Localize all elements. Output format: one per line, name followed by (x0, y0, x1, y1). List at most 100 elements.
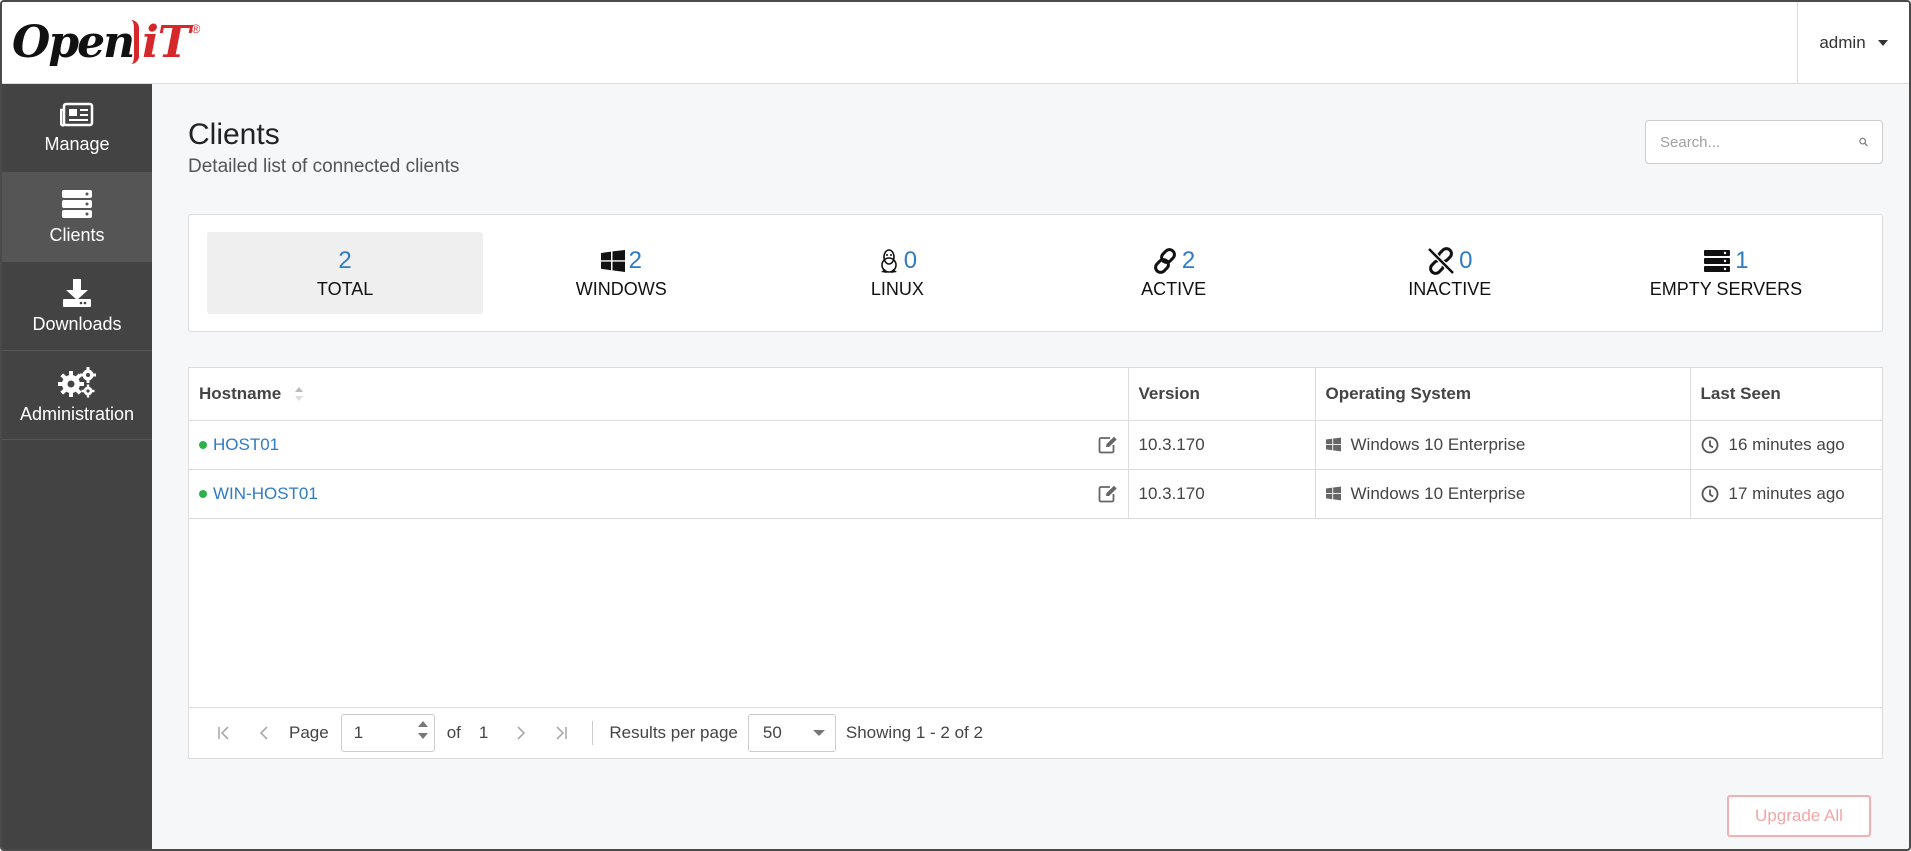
caret-down-icon (812, 730, 825, 736)
windows-icon (600, 249, 625, 272)
spin-up-icon[interactable] (417, 721, 428, 727)
results-per-page-value: 50 (762, 723, 782, 742)
sidebar-item-label: Downloads (32, 313, 122, 334)
user-menu[interactable]: admin (1797, 2, 1909, 84)
hostname-link[interactable]: WIN-HOST01 (199, 484, 318, 504)
column-label: Hostname (199, 383, 282, 403)
search-icon[interactable] (1859, 134, 1868, 150)
prev-page-button[interactable] (249, 725, 279, 741)
stat-label: WINDOWS (575, 278, 667, 299)
logo-text-open: Open (12, 16, 135, 68)
table-row[interactable]: HOST01 10.3.170 Windows 10 Enterprise 16… (189, 420, 1882, 470)
hostname-text: HOST01 (213, 434, 280, 454)
next-page-button[interactable] (506, 725, 536, 741)
sidebar-item-manage[interactable]: Manage (2, 84, 152, 173)
hostname-text: WIN-HOST01 (213, 483, 318, 503)
version-cell: 10.3.170 (1128, 469, 1316, 519)
spin-down-icon[interactable] (417, 733, 428, 739)
user-name: admin (1819, 33, 1866, 52)
sidebar-item-clients[interactable]: Clients (2, 173, 152, 262)
clock-icon (1701, 436, 1718, 453)
page-number-input[interactable]: 1 (340, 714, 435, 752)
link-icon (1154, 247, 1176, 274)
stat-label: INACTIVE (1408, 278, 1492, 299)
stat-inactive[interactable]: 0 INACTIVE (1312, 232, 1588, 314)
stat-count: 2 (628, 246, 642, 274)
page-label: Page (289, 723, 329, 742)
logo-registered-mark: ® (191, 22, 201, 36)
page-stepper[interactable] (417, 721, 428, 739)
sidebar-item-downloads[interactable]: Downloads (2, 262, 152, 351)
chevron-right-icon (517, 726, 526, 740)
online-status-dot (199, 489, 207, 498)
stat-label: ACTIVE (1141, 278, 1207, 299)
clients-table: Hostname Version Operating System Last S… (188, 367, 1883, 759)
windows-icon (1325, 437, 1341, 452)
total-pages: 1 (478, 723, 489, 742)
showing-range-text: Showing 1 - 2 of 2 (845, 723, 983, 742)
server-icon (1704, 249, 1731, 272)
hostname-link[interactable]: HOST01 (199, 435, 279, 455)
page-number-value: 1 (353, 723, 364, 742)
last-page-button[interactable] (546, 725, 576, 741)
stat-count: 0 (903, 246, 918, 274)
results-per-page-select[interactable]: 50 (747, 714, 836, 752)
of-label: of (446, 723, 461, 742)
page-subtitle: Detailed list of connected clients (188, 156, 460, 177)
stat-total[interactable]: 2 TOTAL (207, 232, 484, 314)
os-text: Windows 10 Enterprise (1350, 434, 1526, 454)
download-icon (63, 278, 91, 307)
sort-icon[interactable] (294, 386, 304, 402)
last-seen-text: 16 minutes ago (1728, 434, 1845, 454)
stat-windows[interactable]: 2 WINDOWS (483, 232, 759, 314)
column-last-seen[interactable]: Last Seen (1690, 368, 1882, 421)
app-window: Open iT ® admin Manage Clients Downloads… (0, 0, 1911, 851)
column-version[interactable]: Version (1128, 368, 1316, 421)
logo-swoosh (131, 20, 140, 64)
search-box[interactable] (1645, 120, 1883, 164)
pagination-bar: Page 1 of 1 Results per page 50 Showing … (189, 707, 1882, 758)
column-operating-system[interactable]: Operating System (1315, 368, 1691, 421)
table-row[interactable]: WIN-HOST01 10.3.170 Windows 10 Enterpris… (189, 469, 1882, 519)
stat-count: 1 (1735, 246, 1749, 274)
first-page-icon (218, 726, 229, 740)
stat-empty-servers[interactable]: 1 EMPTY SERVERS (1588, 232, 1864, 314)
openit-logo[interactable]: Open iT ® (12, 12, 200, 72)
caret-down-icon (1877, 40, 1888, 46)
first-page-button[interactable] (209, 725, 239, 741)
online-status-dot (199, 440, 207, 449)
server-stack-icon (62, 189, 92, 218)
stat-linux[interactable]: 0 LINUX (759, 232, 1035, 314)
sidebar: Manage Clients Downloads Administration (2, 84, 152, 849)
windows-icon (1325, 486, 1341, 501)
last-page-icon (556, 726, 568, 740)
page-title: Clients (188, 118, 280, 151)
stat-count: 0 (1459, 246, 1473, 274)
table-header-row: Hostname Version Operating System Last S… (189, 368, 1882, 421)
stat-label: EMPTY SERVERS (1649, 278, 1803, 299)
sidebar-item-administration[interactable]: Administration (2, 351, 152, 440)
version-cell: 10.3.170 (1128, 420, 1316, 470)
column-hostname[interactable]: Hostname (189, 368, 1129, 421)
stat-label: TOTAL (316, 278, 374, 299)
sidebar-item-label: Clients (49, 224, 105, 245)
stat-label: LINUX (870, 278, 924, 299)
stat-count: 2 (1181, 246, 1196, 274)
chevron-left-icon (259, 726, 268, 740)
linux-penguin-icon (880, 248, 897, 273)
results-per-page-label: Results per page (609, 723, 738, 742)
stat-active[interactable]: 2 ACTIVE (1036, 232, 1312, 314)
main-content: Clients Detailed list of connected clien… (152, 84, 1909, 849)
os-text: Windows 10 Enterprise (1350, 483, 1526, 503)
unlink-icon (1427, 246, 1455, 275)
edit-icon[interactable] (1098, 485, 1118, 503)
stat-count: 2 (338, 246, 352, 274)
last-seen-text: 17 minutes ago (1728, 483, 1845, 503)
newspaper-icon (60, 102, 94, 126)
sidebar-item-label: Administration (19, 403, 135, 424)
search-input[interactable] (1660, 133, 1859, 151)
stats-bar: 2 TOTAL 2 WINDOWS 0 LINUX 2 ACTIVE 0 INA… (188, 214, 1883, 332)
edit-icon[interactable] (1098, 436, 1118, 454)
upgrade-all-button[interactable]: Upgrade All (1727, 795, 1871, 837)
sidebar-item-label: Manage (44, 133, 110, 154)
